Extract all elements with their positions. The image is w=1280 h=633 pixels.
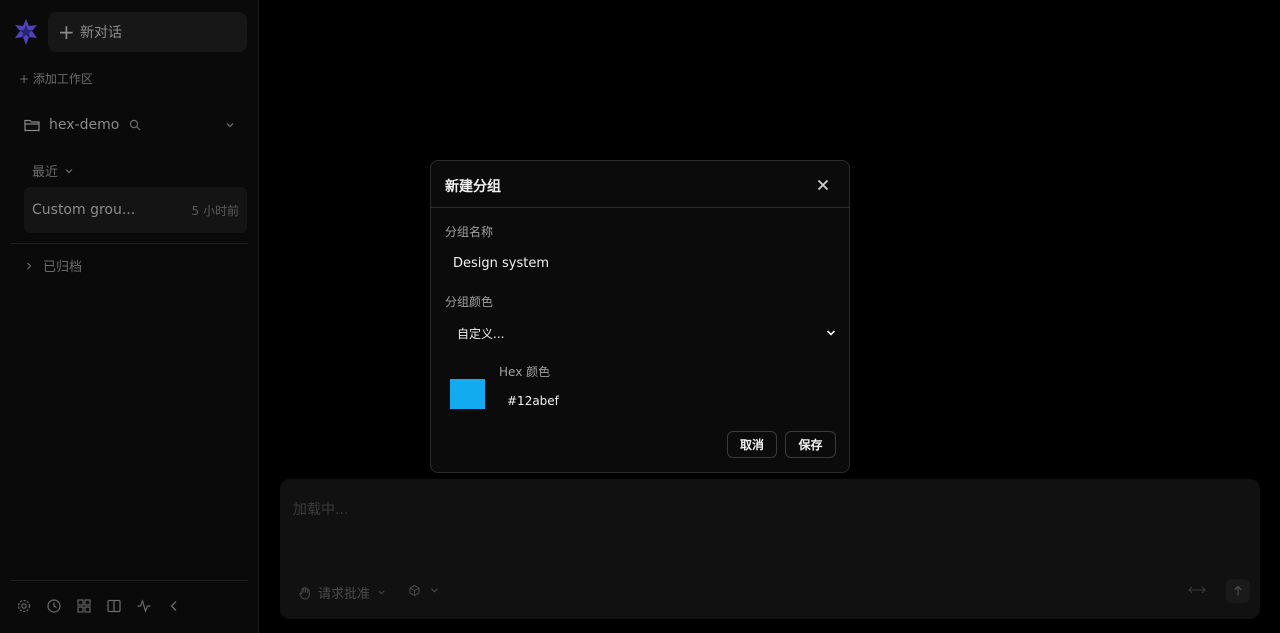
conversation-item[interactable]: Custom grou... 5 小时前 bbox=[24, 187, 247, 233]
chevron-down-icon bbox=[431, 588, 438, 593]
expand-arrows-icon[interactable] bbox=[1188, 583, 1206, 597]
sidebar: + 新对话 + 添加工作区 hex-demo 最近 Custom grou...… bbox=[0, 0, 259, 633]
divider bbox=[10, 580, 248, 581]
add-workspace-link[interactable]: + 添加工作区 bbox=[19, 70, 93, 87]
group-name-input[interactable] bbox=[453, 253, 833, 273]
model-dropdown[interactable] bbox=[408, 584, 440, 597]
group-color-label: 分组颜色 bbox=[445, 295, 494, 309]
dialog-title: 新建分组 bbox=[445, 179, 501, 195]
conversation-title: Custom grou... bbox=[32, 202, 136, 218]
clock-icon[interactable] bbox=[46, 598, 62, 614]
sidebar-footer bbox=[16, 598, 182, 614]
divider bbox=[10, 243, 248, 244]
save-button[interactable]: 保存 bbox=[785, 431, 836, 458]
collapse-icon[interactable] bbox=[166, 598, 182, 614]
folder-icon bbox=[24, 119, 40, 132]
composer-placeholder: 加载中... bbox=[293, 502, 349, 518]
chevron-right-icon bbox=[27, 262, 32, 269]
close-icon[interactable] bbox=[815, 177, 831, 193]
chevron-down-icon bbox=[378, 590, 385, 595]
approval-label: 请求批准 bbox=[318, 587, 371, 602]
hex-color-label: Hex 颜色 bbox=[499, 365, 551, 379]
workspace-name: hex-demo bbox=[49, 117, 120, 133]
cube-icon bbox=[409, 584, 420, 597]
group-name-label: 分组名称 bbox=[445, 225, 494, 239]
approval-dropdown[interactable]: 请求批准 bbox=[298, 583, 387, 602]
new-group-dialog: 新建分组 分组名称 分组颜色 自定义... Hex 颜色 取消 保存 bbox=[430, 160, 850, 473]
send-button[interactable] bbox=[1226, 579, 1250, 603]
chevron-down-icon[interactable] bbox=[224, 119, 236, 131]
hand-icon bbox=[299, 586, 310, 600]
activity-icon[interactable] bbox=[136, 598, 152, 614]
archived-section-toggle[interactable]: 已归档 bbox=[25, 256, 82, 275]
arrow-up-icon bbox=[1234, 585, 1242, 596]
hex-color-input[interactable] bbox=[507, 391, 827, 411]
chevron-down-icon bbox=[826, 330, 836, 336]
app-logo[interactable] bbox=[11, 17, 41, 47]
dialog-header: 新建分组 bbox=[431, 161, 849, 208]
group-color-selected: 自定义... bbox=[457, 326, 505, 341]
archived-label: 已归档 bbox=[43, 260, 83, 275]
plus-icon: + bbox=[58, 20, 75, 44]
split-view-icon[interactable] bbox=[106, 598, 122, 614]
color-swatch[interactable] bbox=[450, 379, 485, 409]
chevron-down-icon bbox=[65, 168, 73, 173]
new-chat-label: 新对话 bbox=[80, 25, 122, 41]
grid-icon[interactable] bbox=[76, 598, 92, 614]
workspace-row[interactable]: hex-demo bbox=[24, 114, 236, 136]
app-window: + 新对话 + 添加工作区 hex-demo 最近 Custom grou...… bbox=[0, 0, 1280, 633]
conversation-time: 5 小时前 bbox=[191, 203, 239, 218]
composer[interactable]: 加载中... 请求批准 bbox=[280, 479, 1260, 619]
new-chat-button[interactable]: + 新对话 bbox=[48, 12, 247, 52]
group-color-select[interactable]: 自定义... bbox=[457, 323, 837, 343]
recent-section-toggle[interactable]: 最近 bbox=[32, 161, 74, 180]
search-icon[interactable] bbox=[129, 119, 141, 131]
recent-label: 最近 bbox=[32, 165, 59, 180]
cancel-button[interactable]: 取消 bbox=[727, 431, 777, 458]
gear-icon[interactable] bbox=[16, 598, 32, 614]
